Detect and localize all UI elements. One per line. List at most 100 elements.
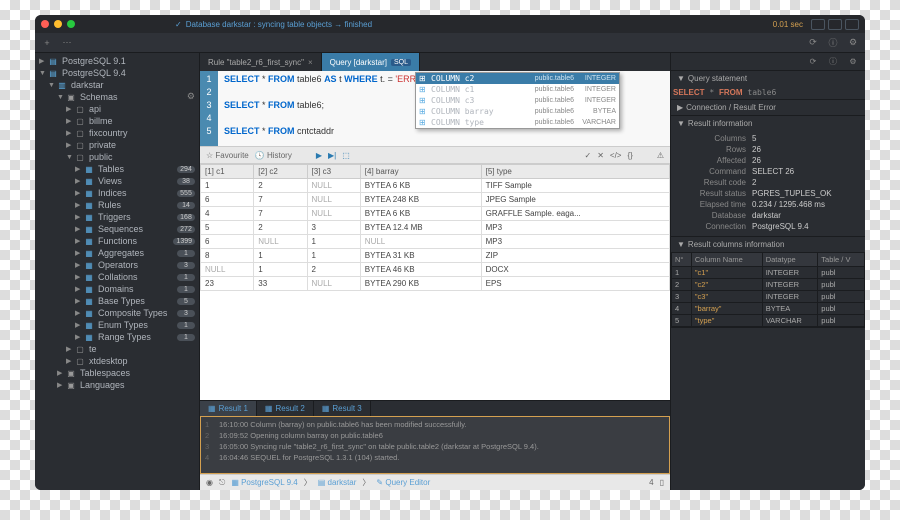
run-step-icon[interactable]: ▶| <box>328 151 336 160</box>
record-icon[interactable]: ◉ <box>206 478 213 487</box>
tree-node[interactable]: ▶▢fixcountry <box>35 127 199 139</box>
col-row[interactable]: 1"c1"INTEGERpubl <box>672 267 865 279</box>
gear-icon[interactable]: ⚙ <box>847 37 859 49</box>
code-icon[interactable]: </> <box>610 151 622 160</box>
tree-node[interactable]: ▶▦Tables294 <box>35 163 199 175</box>
autocomplete-item[interactable]: ⊞COLUMN typepublic.table6VARCHAR <box>416 117 619 128</box>
tree-node[interactable]: ▶▢te <box>35 343 199 355</box>
tree-node[interactable]: ▶▣Tablespaces <box>35 367 199 379</box>
sql-editor[interactable]: 12345 SELECT * FROM table6 AS t WHERE t.… <box>200 71 670 146</box>
tree-node[interactable]: ▶▢billme <box>35 115 199 127</box>
tree-node[interactable]: ▶▦Indices555 <box>35 187 199 199</box>
minimize-dot[interactable] <box>54 20 62 28</box>
info-icon[interactable]: ⓘ <box>827 56 839 68</box>
tab-rule[interactable]: Rule "table2_r6_first_sync"× <box>200 53 322 71</box>
autocomplete-popup[interactable]: ⊞COLUMN c2public.table6INTEGER⊞COLUMN c1… <box>415 72 620 129</box>
grid-header[interactable]: [4] barray <box>360 165 481 179</box>
crumb-editor[interactable]: ✎ Query Editor <box>376 478 430 487</box>
tree-node[interactable]: ▶▦Aggregates1 <box>35 247 199 259</box>
grid-row[interactable]: 47NULLBYTEA 6 KBGRAFFLE Sample. eaga... <box>201 207 670 221</box>
tree-node[interactable]: ▶▦Functions1399 <box>35 235 199 247</box>
col-row[interactable]: 3"c3"INTEGERpubl <box>672 291 865 303</box>
grid-header[interactable]: [5] type <box>481 165 669 179</box>
autocomplete-item[interactable]: ⊞COLUMN c3public.table6INTEGER <box>416 95 619 106</box>
info-icon[interactable]: ⓘ <box>827 37 839 49</box>
col-row[interactable]: 4"barray"BYTEApubl <box>672 303 865 315</box>
tree-node[interactable]: ▶▦Range Types1 <box>35 331 199 343</box>
grid-header[interactable]: [1] c1 <box>201 165 254 179</box>
history-btn[interactable]: 🕓 History <box>255 151 292 160</box>
grid-header[interactable]: [3] c3 <box>307 165 360 179</box>
tree-node[interactable]: ▼▣Schemas <box>35 91 187 103</box>
tree-node[interactable]: ▼▤PostgreSQL 9.4 <box>35 67 199 79</box>
add-icon[interactable]: + <box>41 37 53 49</box>
result-grid[interactable]: [1] c1[2] c2[3] c3[4] barray[5] type12NU… <box>200 164 670 400</box>
favourite-btn[interactable]: ☆ Favourite <box>206 151 249 160</box>
tree-node[interactable]: ▶▢private <box>35 139 199 151</box>
grid-row[interactable]: 523BYTEA 12.4 MBMP3 <box>201 221 670 235</box>
tree-node[interactable]: ▶▦Domains1 <box>35 283 199 295</box>
result-tab-2[interactable]: ▦ Result 2 <box>257 401 314 416</box>
explain-icon[interactable]: ⬚ <box>342 151 350 160</box>
tree-node[interactable]: ▶▦Composite Types3 <box>35 307 199 319</box>
menu-icon[interactable]: ⋯ <box>61 37 73 49</box>
warning-icon[interactable]: ⚠ <box>657 151 664 160</box>
filter-icon[interactable]: ⎋ <box>219 478 225 488</box>
info-row: Databasedarkstar <box>677 210 859 221</box>
expand-log-icon[interactable]: ▯ <box>660 478 664 487</box>
close-icon[interactable]: × <box>308 58 313 67</box>
refresh-icon[interactable]: ⟳ <box>807 37 819 49</box>
tree-node[interactable]: ▼▢public <box>35 151 199 163</box>
grid-row[interactable]: 2333NULLBYTEA 290 KBEPS <box>201 277 670 291</box>
result-tab-1[interactable]: ▦ Result 1 <box>200 401 257 416</box>
tree-node[interactable]: ▶▦Enum Types1 <box>35 319 199 331</box>
tree-node[interactable]: ▶▢api <box>35 103 199 115</box>
tree-node[interactable]: ▶▦Triggers168 <box>35 211 199 223</box>
result-tab-3[interactable]: ▦ Result 3 <box>314 401 371 416</box>
cancel-icon[interactable]: ✕ <box>597 151 604 160</box>
tree-node[interactable]: ▶▦Rules14 <box>35 199 199 211</box>
zoom-dot[interactable] <box>67 20 75 28</box>
tree-node[interactable]: ▶▤PostgreSQL 9.1 <box>35 55 199 67</box>
col-row[interactable]: 2"c2"INTEGERpubl <box>672 279 865 291</box>
layout-btn-1[interactable] <box>811 19 825 30</box>
grid-row[interactable]: 12NULLBYTEA 6 KBTIFF Sample <box>201 179 670 193</box>
format-icon[interactable]: {} <box>627 151 632 160</box>
check-sql-icon[interactable]: ✓ <box>585 151 592 160</box>
tab-query[interactable]: Query [darkstar]SQL <box>322 53 420 71</box>
tree-node[interactable]: ▶▦Views38 <box>35 175 199 187</box>
autocomplete-item[interactable]: ⊞COLUMN barraypublic.table6BYTEA <box>416 106 619 117</box>
result-cols-header[interactable]: ▼ Result columns information <box>671 237 865 252</box>
tree-node[interactable]: ▶▦Sequences272 <box>35 223 199 235</box>
refresh-icon[interactable]: ⟳ <box>807 56 819 68</box>
layout-btn-3[interactable] <box>845 19 859 30</box>
tree-node[interactable]: ▼▥darkstar <box>35 79 199 91</box>
tree-node[interactable]: ▶▣Languages <box>35 379 199 391</box>
tree-node[interactable]: ▶▦Operators3 <box>35 259 199 271</box>
run-icon[interactable]: ▶ <box>316 151 322 160</box>
log-panel: 116:10:00 Column (barray) on public.tabl… <box>200 416 670 474</box>
grid-row[interactable]: NULL12BYTEA 46 KBDOCX <box>201 263 670 277</box>
crumb-server[interactable]: ▦ PostgreSQL 9.4 <box>231 478 297 487</box>
tree-node[interactable]: ▶▦Collations1 <box>35 271 199 283</box>
grid-row[interactable]: 6NULL1NULLMP3 <box>201 235 670 249</box>
info-row: Result code2 <box>677 177 859 188</box>
grid-header[interactable]: [2] c2 <box>254 165 307 179</box>
col-row[interactable]: 5"type"VARCHARpubl <box>672 315 865 327</box>
autocomplete-item[interactable]: ⊞COLUMN c2public.table6INTEGER <box>416 73 619 84</box>
layout-btn-2[interactable] <box>828 19 842 30</box>
gear-icon[interactable]: ⚙ <box>847 56 859 68</box>
grid-row[interactable]: 67NULLBYTEA 248 KBJPEG Sample <box>201 193 670 207</box>
tree-node[interactable]: ▶▦Base Types5 <box>35 295 199 307</box>
close-dot[interactable] <box>41 20 49 28</box>
gear-icon[interactable]: ⚙ <box>187 91 195 102</box>
query-statement-header[interactable]: ▼ Query statement <box>671 71 865 86</box>
check-icon: ✓ <box>175 20 182 29</box>
conn-error-header[interactable]: ▶ Connection / Result Error <box>671 100 865 115</box>
grid-row[interactable]: 811BYTEA 31 KBZIP <box>201 249 670 263</box>
tree-node[interactable]: ▶▢xtdesktop <box>35 355 199 367</box>
crumb-db[interactable]: ▤ darkstar <box>318 478 357 487</box>
result-info-header[interactable]: ▼ Result information <box>671 116 865 131</box>
bottom-bar: ◉ ⎋ ▦ PostgreSQL 9.4〉 ▤ darkstar〉 ✎ Quer… <box>200 474 670 490</box>
autocomplete-item[interactable]: ⊞COLUMN c1public.table6INTEGER <box>416 84 619 95</box>
